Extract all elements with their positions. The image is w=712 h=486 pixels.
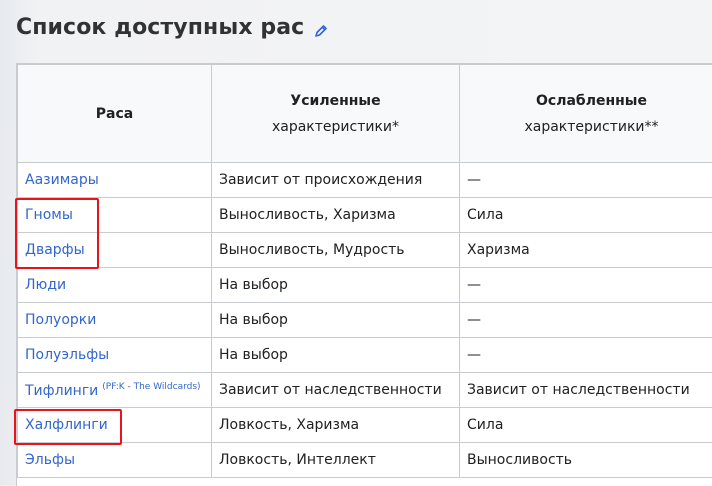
race-cell: Халфлинги (18, 408, 212, 443)
race-link[interactable]: Гномы (25, 207, 73, 223)
header-weakened-subtitle: характеристики** (467, 114, 712, 140)
table-row: Люди На выбор— (18, 268, 712, 303)
weakened-stats-cell: — (460, 268, 712, 303)
weakened-stats-cell: Зависит от наследственности (460, 373, 712, 408)
boosted-stats-cell: Выносливость, Мудрость (212, 233, 460, 268)
table-row: Дварфы Выносливость, МудростьХаризма (18, 233, 712, 268)
table-row: Полуэльфы На выбор— (18, 338, 712, 373)
weakened-stats-cell: — (460, 338, 712, 373)
header-weakened-stats: Ослабленные характеристики** (460, 65, 712, 163)
race-cell: Эльфы (18, 443, 212, 478)
header-race: Раса (18, 65, 212, 163)
race-link[interactable]: Халфлинги (25, 417, 108, 433)
race-link[interactable]: Эльфы (25, 452, 75, 468)
header-race-label: Раса (25, 101, 204, 127)
table-row: Аазимары Зависит от происхождения— (18, 163, 712, 198)
header-boosted-stats: Усиленные характеристики* (212, 65, 460, 163)
boosted-stats-cell: Зависит от происхождения (212, 163, 460, 198)
table-row: Гномы Выносливость, ХаризмаСила (18, 198, 712, 233)
race-cell: Дварфы (18, 233, 212, 268)
weakened-stats-cell: — (460, 163, 712, 198)
boosted-stats-cell: На выбор (212, 338, 460, 373)
weakened-stats-cell: Сила (460, 408, 712, 443)
boosted-stats-cell: Выносливость, Харизма (212, 198, 460, 233)
race-link[interactable]: Люди (25, 277, 66, 293)
race-link[interactable]: Тифлинги (25, 383, 98, 399)
table-header-row: Раса Усиленные характеристики* Ослабленн… (18, 65, 712, 163)
boosted-stats-cell: На выбор (212, 303, 460, 338)
table-row: Тифлинги (PF:K - The Wildcards) Зависит от… (18, 373, 712, 408)
race-link[interactable]: Полуорки (25, 312, 96, 328)
race-link[interactable]: Дварфы (25, 242, 85, 258)
weakened-stats-cell: — (460, 303, 712, 338)
race-link[interactable]: Полуэльфы (25, 347, 109, 363)
header-boosted-title: Усиленные (219, 88, 452, 114)
section-title: Список доступных рас (16, 15, 304, 40)
race-cell: Тифлинги (PF:K - The Wildcards) (18, 373, 212, 408)
race-link[interactable]: Аазимары (25, 172, 99, 188)
pencil-edit-icon[interactable] (314, 23, 328, 37)
weakened-stats-cell: Выносливость (460, 443, 712, 478)
table-row: Эльфы Ловкость, ИнтеллектВыносливость (18, 443, 712, 478)
weakened-stats-cell: Сила (460, 198, 712, 233)
header-boosted-subtitle: характеристики* (219, 114, 452, 140)
boosted-stats-cell: На выбор (212, 268, 460, 303)
table-row: Халфлинги Ловкость, ХаризмаСила (18, 408, 712, 443)
races-table: Раса Усиленные характеристики* Ослабленн… (17, 64, 712, 478)
race-cell: Люди (18, 268, 212, 303)
section-heading: Список доступных рас (16, 12, 328, 42)
race-cell: Полуэльфы (18, 338, 212, 373)
race-source-note[interactable]: (PF:K - The Wildcards) (102, 382, 200, 392)
race-cell: Аазимары (18, 163, 212, 198)
race-cell: Полуорки (18, 303, 212, 338)
boosted-stats-cell: Зависит от наследственности (212, 373, 460, 408)
weakened-stats-cell: Харизма (460, 233, 712, 268)
header-weakened-title: Ослабленные (467, 88, 712, 114)
races-table-container: Раса Усиленные характеристики* Ослабленн… (16, 63, 712, 486)
race-cell: Гномы (18, 198, 212, 233)
boosted-stats-cell: Ловкость, Интеллект (212, 443, 460, 478)
table-row: Полуорки На выбор— (18, 303, 712, 338)
boosted-stats-cell: Ловкость, Харизма (212, 408, 460, 443)
